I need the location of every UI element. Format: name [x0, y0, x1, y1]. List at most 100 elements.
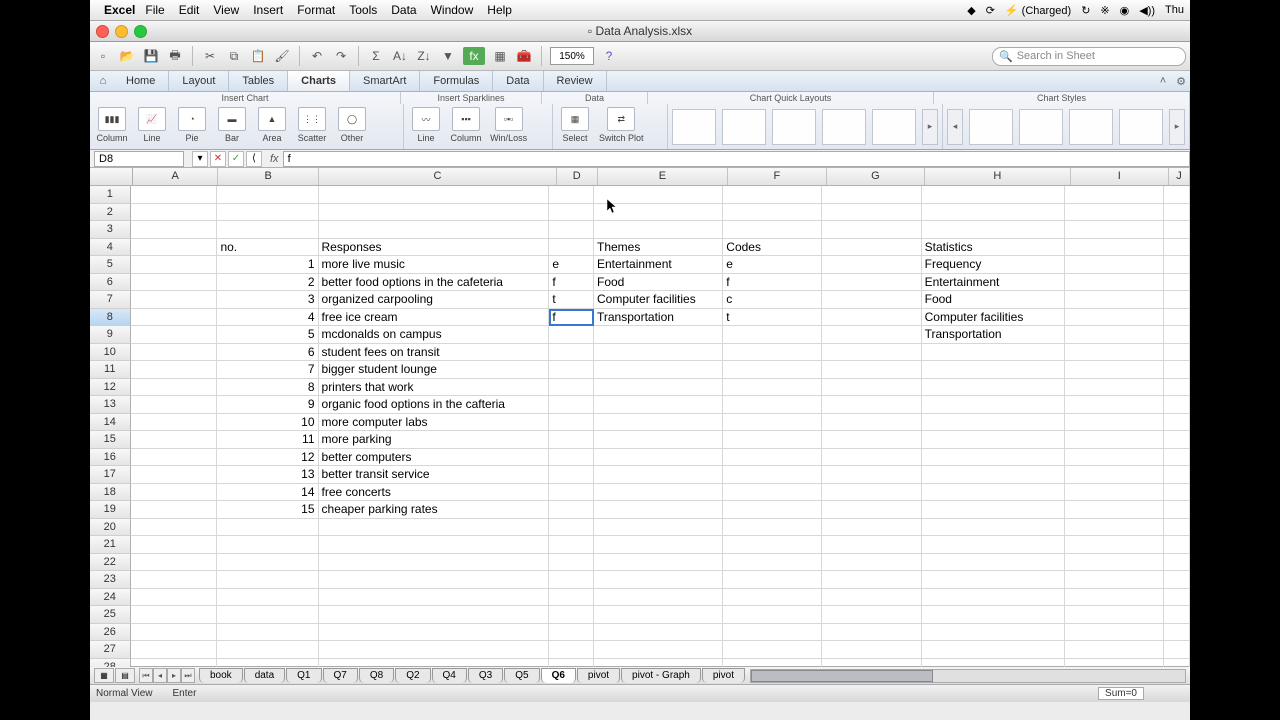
chart-bar-button[interactable]: ▬Bar: [216, 107, 248, 143]
cell[interactable]: f: [549, 309, 594, 327]
cell[interactable]: [922, 484, 1065, 502]
col-header[interactable]: J: [1169, 168, 1190, 185]
cell[interactable]: [319, 571, 550, 589]
cell[interactable]: 12: [217, 449, 318, 467]
cell[interactable]: [922, 659, 1065, 668]
cell[interactable]: 8: [217, 379, 318, 397]
cell[interactable]: 5: [217, 326, 318, 344]
cell[interactable]: 7: [217, 361, 318, 379]
cell[interactable]: more parking: [319, 431, 550, 449]
row-header[interactable]: 28: [90, 659, 131, 668]
cell[interactable]: [723, 536, 822, 554]
cell[interactable]: [1065, 484, 1164, 502]
cell[interactable]: [217, 519, 318, 537]
cell[interactable]: [1164, 641, 1190, 659]
tab-home[interactable]: Home: [113, 71, 169, 91]
bluetooth-icon[interactable]: ※: [1100, 4, 1109, 17]
cell[interactable]: [319, 519, 550, 537]
cell[interactable]: [131, 606, 218, 624]
filter-icon[interactable]: ▼: [439, 47, 457, 65]
minimize-button[interactable]: [115, 25, 128, 38]
cell[interactable]: [549, 361, 594, 379]
cell[interactable]: Transportation: [922, 326, 1065, 344]
tab-next-icon[interactable]: ▸: [167, 668, 181, 683]
cell[interactable]: [1065, 256, 1164, 274]
app-name[interactable]: Excel: [104, 3, 135, 17]
cell[interactable]: [922, 414, 1065, 432]
cell[interactable]: [922, 379, 1065, 397]
cell[interactable]: [1065, 204, 1164, 222]
cell[interactable]: [594, 554, 723, 572]
cell[interactable]: [723, 606, 822, 624]
evernote-icon[interactable]: ◆: [967, 4, 975, 17]
cell[interactable]: [131, 291, 218, 309]
cell[interactable]: [131, 186, 218, 204]
cell[interactable]: [1164, 186, 1190, 204]
row-header[interactable]: 13: [90, 396, 131, 414]
collapse-ribbon-icon[interactable]: ˄: [1154, 71, 1172, 91]
accept-icon[interactable]: ✓: [228, 151, 244, 167]
cell[interactable]: [131, 589, 218, 607]
cell[interactable]: [131, 379, 218, 397]
cell[interactable]: [131, 501, 218, 519]
cell[interactable]: [594, 641, 723, 659]
cell[interactable]: [723, 449, 822, 467]
namebox-dropdown-icon[interactable]: ▾: [192, 151, 208, 167]
cell[interactable]: [549, 501, 594, 519]
cell[interactable]: [594, 326, 723, 344]
tab-first-icon[interactable]: ⏮: [139, 668, 153, 683]
cell[interactable]: [217, 204, 318, 222]
cell[interactable]: [822, 554, 921, 572]
menu-insert[interactable]: Insert: [253, 3, 283, 17]
cell[interactable]: [131, 641, 218, 659]
cell[interactable]: free ice cream: [319, 309, 550, 327]
cell[interactable]: [131, 221, 218, 239]
cell[interactable]: [217, 659, 318, 668]
cell[interactable]: [1065, 274, 1164, 292]
cell[interactable]: bigger student lounge: [319, 361, 550, 379]
cell[interactable]: [319, 554, 550, 572]
zoom-button[interactable]: [134, 25, 147, 38]
cell[interactable]: [549, 396, 594, 414]
cell[interactable]: [922, 204, 1065, 222]
cell[interactable]: [822, 396, 921, 414]
cell[interactable]: [319, 186, 550, 204]
cell[interactable]: [922, 449, 1065, 467]
horizontal-scrollbar[interactable]: [750, 669, 1186, 683]
cell[interactable]: [217, 554, 318, 572]
chart-column-button[interactable]: ▮▮▮Column: [96, 107, 128, 143]
cell[interactable]: [1065, 519, 1164, 537]
row-header[interactable]: 18: [90, 484, 131, 502]
cell[interactable]: [1164, 624, 1190, 642]
cell[interactable]: [1065, 239, 1164, 257]
cell[interactable]: [1065, 396, 1164, 414]
cell[interactable]: [549, 624, 594, 642]
cell[interactable]: [922, 589, 1065, 607]
cell[interactable]: [1065, 379, 1164, 397]
cell[interactable]: [549, 326, 594, 344]
row-header[interactable]: 23: [90, 571, 131, 589]
normal-view-icon[interactable]: ▦: [94, 668, 114, 683]
save-icon[interactable]: 💾: [142, 47, 160, 65]
cell[interactable]: [1065, 554, 1164, 572]
cell[interactable]: [1164, 221, 1190, 239]
row-header[interactable]: 4: [90, 239, 131, 257]
row-header[interactable]: 6: [90, 274, 131, 292]
cell[interactable]: [822, 431, 921, 449]
cell[interactable]: [549, 239, 594, 257]
cell[interactable]: [594, 361, 723, 379]
cell[interactable]: [922, 221, 1065, 239]
cell[interactable]: [319, 624, 550, 642]
cell[interactable]: [319, 204, 550, 222]
cell[interactable]: Themes: [594, 239, 723, 257]
menu-help[interactable]: Help: [487, 3, 512, 17]
cell[interactable]: [723, 571, 822, 589]
cell[interactable]: [1065, 501, 1164, 519]
cell[interactable]: [1164, 589, 1190, 607]
cell[interactable]: [1065, 606, 1164, 624]
cell[interactable]: Food: [922, 291, 1065, 309]
cell[interactable]: [1164, 344, 1190, 362]
sheet-tab[interactable]: book: [199, 668, 243, 683]
cell[interactable]: [1164, 449, 1190, 467]
select-data-button[interactable]: ▦Select: [559, 107, 591, 143]
